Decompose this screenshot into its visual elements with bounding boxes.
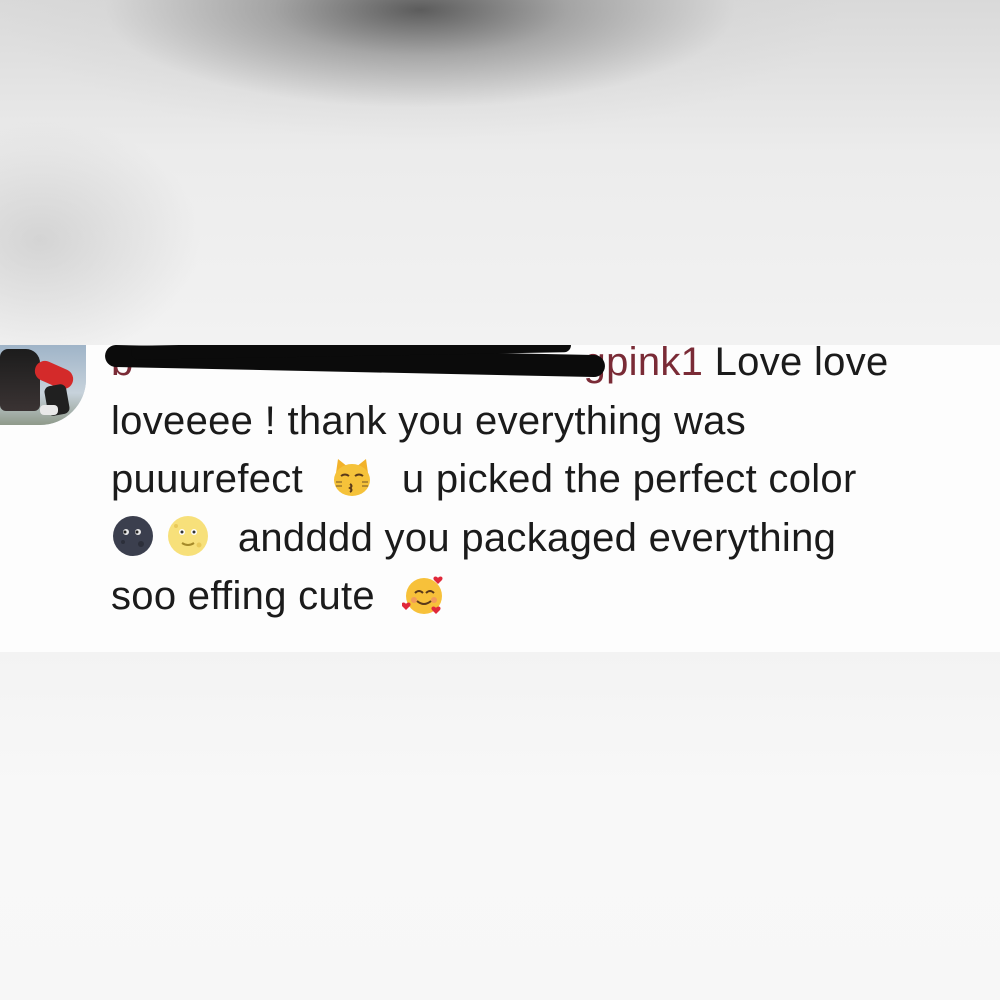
comment-text-line-3a: puuurefect: [111, 457, 304, 501]
comment-line-1: bgpink1 Love love: [104, 345, 991, 392]
kissing-cat-emoji-icon: [334, 459, 371, 497]
comment-text-line-1: Love love: [714, 345, 889, 384]
avatar-shoe: [40, 405, 58, 415]
comment-text-line-3b: u picked the perfect color: [401, 457, 857, 501]
avatar-person: [0, 349, 40, 411]
comment-line-5: soo effing cute: [111, 567, 991, 626]
comment-text-line-2: loveeee ! thank you everything was: [111, 398, 747, 443]
comment-line-2: loveeee ! thank you everything was: [111, 392, 991, 451]
screenshot-canvas: bgpink1 Love love loveeee ! thank you ev…: [0, 0, 1000, 1000]
blurred-background-bottom: [0, 652, 1000, 1000]
comment-text-line-5: soo effing cute: [111, 574, 375, 618]
username-link[interactable]: bgpink1: [104, 345, 703, 384]
comment-text-line-4: andddd you packaged everything: [237, 515, 837, 560]
new-moon-face-emoji-icon: [113, 515, 153, 556]
comment-line-4: andddd you packaged everything: [111, 509, 991, 568]
avatar[interactable]: [0, 345, 86, 425]
comment-body: bgpink1 Love love loveeee ! thank you ev…: [104, 345, 991, 626]
blurred-background-top: [0, 0, 1000, 345]
comment-line-3: puuurefect u picked the perfect color: [111, 450, 991, 509]
comment-row: bgpink1 Love love loveeee ! thank you ev…: [0, 345, 1000, 652]
smiling-face-with-hearts-emoji-icon: [402, 576, 443, 615]
full-moon-face-emoji-icon: [168, 515, 209, 556]
